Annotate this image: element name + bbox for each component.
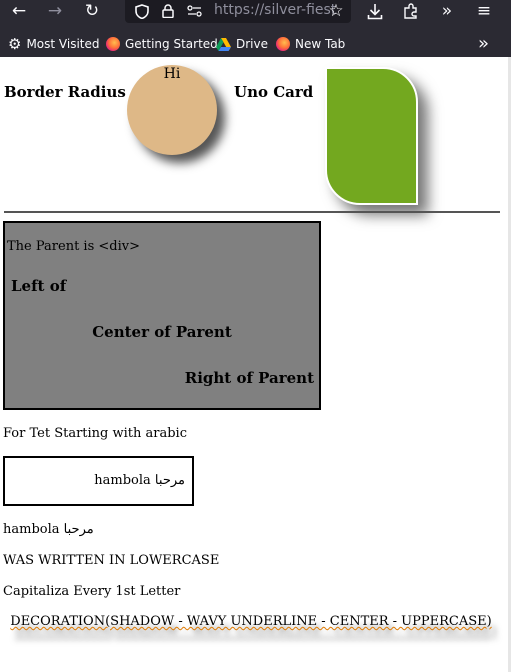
double-chevron-icon: » <box>441 1 453 21</box>
bookmarks-toolbar: ⚙ Most Visited Getting Started Drive New… <box>0 30 511 57</box>
bookmark-drive[interactable]: Drive <box>216 35 268 53</box>
reload-icon: ↻ <box>84 1 100 21</box>
bookmark-most-visited[interactable]: ⚙ Most Visited <box>8 35 100 53</box>
decoration-text: DECORATION(SHADOW - WAVY UNDERLINE - CEN… <box>10 614 492 629</box>
firefox-icon <box>106 37 120 51</box>
bookmarks-overflow-icon[interactable]: » <box>478 33 489 54</box>
reload-button[interactable]: ↻ <box>79 0 105 22</box>
bookmark-star-button[interactable]: ☆ <box>323 0 349 22</box>
bookmark-label: Most Visited <box>26 37 100 51</box>
bookmark-label: New Tab <box>295 37 346 51</box>
uno-card-heading: Uno Card <box>234 83 314 101</box>
capitalize-text: Capitaliza Every 1st Letter <box>3 584 181 599</box>
browser-toolbar: ← → ↻ https://silver-fiest ☆ » ≡ <box>0 0 511 30</box>
forward-button[interactable]: → <box>42 0 68 22</box>
circle-text: Hi <box>163 66 181 82</box>
arrow-right-icon: → <box>47 1 63 21</box>
overflow-menu-button[interactable]: » <box>434 0 460 22</box>
bookmark-label: Getting Started <box>125 37 218 51</box>
app-menu-button[interactable]: ≡ <box>471 0 497 22</box>
extensions-button[interactable] <box>398 0 424 22</box>
left-aligned-text: Left of <box>11 277 67 295</box>
google-drive-icon <box>216 37 231 51</box>
back-button[interactable]: ← <box>6 0 32 22</box>
bookmark-label: Drive <box>236 37 268 51</box>
gear-icon: ⚙ <box>8 35 22 53</box>
permissions-icon[interactable] <box>183 0 205 22</box>
shield-icon[interactable] <box>131 0 153 22</box>
arrow-left-icon: ← <box>11 1 27 21</box>
puzzle-icon <box>404 3 417 19</box>
parent-div: The Parent is <div> Left of Center of Pa… <box>3 221 321 410</box>
parent-title: The Parent is <div> <box>7 239 140 254</box>
arabic-intro-text: For Tet Starting with arabic <box>3 426 187 441</box>
rtl-plain-text: مرحبا hambola <box>3 522 94 537</box>
star-icon: ☆ <box>328 1 344 21</box>
url-text[interactable]: https://silver-fiest <box>214 2 336 18</box>
right-aligned-text: Right of Parent <box>184 369 314 387</box>
hamburger-menu-icon: ≡ <box>476 1 492 21</box>
lock-icon[interactable] <box>157 0 179 22</box>
bookmark-new-tab[interactable]: New Tab <box>276 35 345 53</box>
download-icon <box>367 3 383 19</box>
lowercase-text: WAS WRITTEN IN LOWERCASE <box>3 553 220 568</box>
border-radius-heading: Border Radius <box>4 83 126 101</box>
url-bar[interactable]: https://silver-fiest <box>125 0 351 23</box>
horizontal-rule <box>4 211 500 213</box>
firefox-icon <box>276 37 290 51</box>
rtl-box-text: مرحبا hambola <box>94 473 185 488</box>
bookmark-getting-started[interactable]: Getting Started <box>106 35 218 53</box>
page-content: Border Radius Hi Uno Card The Parent is … <box>0 57 508 672</box>
downloads-button[interactable] <box>362 0 388 22</box>
uno-card <box>325 67 418 205</box>
center-aligned-text: Center of Parent <box>92 323 232 341</box>
rtl-text-box: مرحبا hambola <box>3 456 194 506</box>
border-radius-circle: Hi <box>127 65 217 155</box>
